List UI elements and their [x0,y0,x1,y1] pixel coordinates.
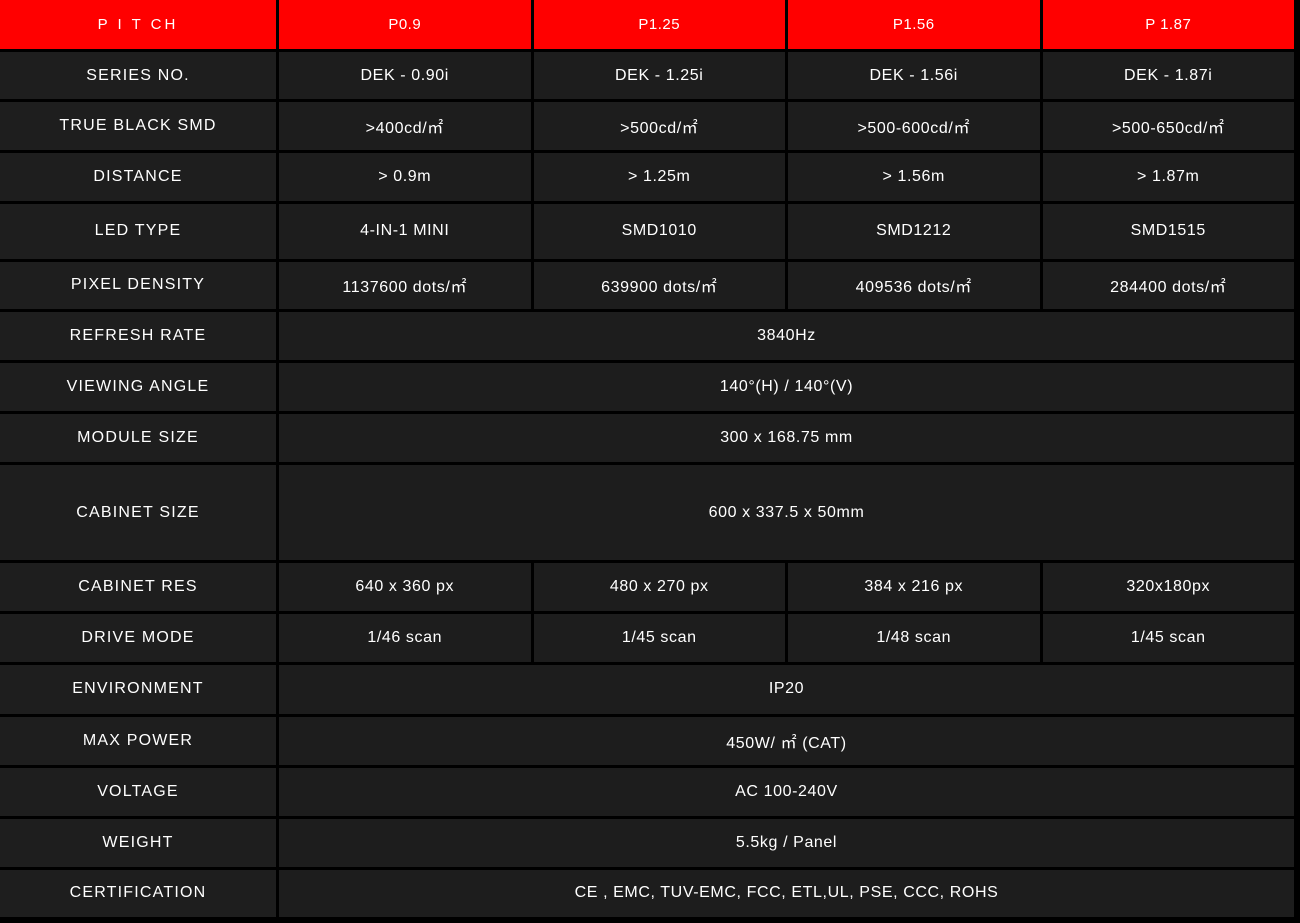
header-row: P I T CH P0.9 P1.25 P1.56 P 1.87 [0,0,1294,50]
row-label: DISTANCE [0,153,276,202]
header-pitch: P1.56 [788,0,1040,50]
cell-value: >400cd/㎡ [279,102,531,151]
row-voltage: VOLTAGE AC 100-240V [0,767,1294,816]
cell-value: 284400 dots/㎡ [1042,261,1294,309]
cell-value: 1137600 dots/㎡ [279,261,531,309]
cell-value: DEK - 1.25i [533,52,785,100]
spec-table: P I T CH P0.9 P1.25 P1.56 P 1.87 SERIES … [0,0,1297,920]
cell-value: >500cd/㎡ [533,102,785,151]
cell-value-span: 3840Hz [279,311,1294,360]
cell-value: 640 x 360 px [279,563,531,612]
row-label: CABINET SIZE [0,464,276,561]
row-label: MAX POWER [0,716,276,765]
row-max-power: MAX POWER 450W/ ㎡ (CAT) [0,716,1294,765]
row-distance: DISTANCE > 0.9m > 1.25m > 1.56m > 1.87m [0,153,1294,202]
row-label: ENVIRONMENT [0,665,276,714]
cell-value: DEK - 1.56i [788,52,1040,100]
cell-value: DEK - 0.90i [279,52,531,100]
cell-value-span: 450W/ ㎡ (CAT) [279,716,1294,765]
header-pitch: P 1.87 [1042,0,1294,50]
row-label: VOLTAGE [0,767,276,816]
cell-value: > 1.87m [1042,153,1294,202]
row-viewing-angle: VIEWING ANGLE 140°(H) / 140°(V) [0,362,1294,411]
header-label: P I T CH [0,0,276,50]
row-label: LED TYPE [0,204,276,259]
cell-value: 1/48 scan [788,614,1040,663]
cell-value: 384 x 216 px [788,563,1040,612]
cell-value: 480 x 270 px [533,563,785,612]
row-label: MODULE SIZE [0,413,276,462]
row-label: WEIGHT [0,818,276,867]
cell-value: 639900 dots/㎡ [533,261,785,309]
cell-value: SMD1010 [533,204,785,259]
cell-value-span: AC 100-240V [279,767,1294,816]
cell-value-span: 600 x 337.5 x 50mm [279,464,1294,561]
row-cabinet-size: CABINET SIZE 600 x 337.5 x 50mm [0,464,1294,561]
row-pixel-density: PIXEL DENSITY 1137600 dots/㎡ 639900 dots… [0,261,1294,309]
row-drive-mode: DRIVE MODE 1/46 scan 1/45 scan 1/48 scan… [0,614,1294,663]
cell-value-span: 140°(H) / 140°(V) [279,362,1294,411]
cell-value-span: IP20 [279,665,1294,714]
cell-value: >500-650cd/㎡ [1042,102,1294,151]
cell-value-span: 5.5kg / Panel [279,818,1294,867]
row-label: CABINET RES [0,563,276,612]
row-label: SERIES NO. [0,52,276,100]
row-true-black-smd: TRUE BLACK SMD >400cd/㎡ >500cd/㎡ >500-60… [0,102,1294,151]
cell-value: DEK - 1.87i [1042,52,1294,100]
row-certification: CERTIFICATION CE , EMC, TUV-EMC, FCC, ET… [0,869,1294,917]
cell-value: >500-600cd/㎡ [788,102,1040,151]
cell-value: 1/45 scan [1042,614,1294,663]
row-environment: ENVIRONMENT IP20 [0,665,1294,714]
row-cabinet-res: CABINET RES 640 x 360 px 480 x 270 px 38… [0,563,1294,612]
header-pitch: P0.9 [279,0,531,50]
cell-value-span: 300 x 168.75 mm [279,413,1294,462]
cell-value: > 0.9m [279,153,531,202]
row-weight: WEIGHT 5.5kg / Panel [0,818,1294,867]
cell-value: 1/46 scan [279,614,531,663]
row-label: REFRESH RATE [0,311,276,360]
cell-value: > 1.25m [533,153,785,202]
cell-value: > 1.56m [788,153,1040,202]
row-series-no: SERIES NO. DEK - 0.90i DEK - 1.25i DEK -… [0,52,1294,100]
cell-value: 1/45 scan [533,614,785,663]
cell-value: 409536 dots/㎡ [788,261,1040,309]
cell-value: SMD1515 [1042,204,1294,259]
row-refresh-rate: REFRESH RATE 3840Hz [0,311,1294,360]
row-label: TRUE BLACK SMD [0,102,276,151]
cell-value-span: CE , EMC, TUV-EMC, FCC, ETL,UL, PSE, CCC… [279,869,1294,917]
row-label: VIEWING ANGLE [0,362,276,411]
row-label: PIXEL DENSITY [0,261,276,309]
cell-value: SMD1212 [788,204,1040,259]
cell-value: 4-IN-1 MINI [279,204,531,259]
row-label: DRIVE MODE [0,614,276,663]
cell-value: 320x180px [1042,563,1294,612]
header-pitch: P1.25 [533,0,785,50]
row-led-type: LED TYPE 4-IN-1 MINI SMD1010 SMD1212 SMD… [0,204,1294,259]
row-module-size: MODULE SIZE 300 x 168.75 mm [0,413,1294,462]
row-label: CERTIFICATION [0,869,276,917]
